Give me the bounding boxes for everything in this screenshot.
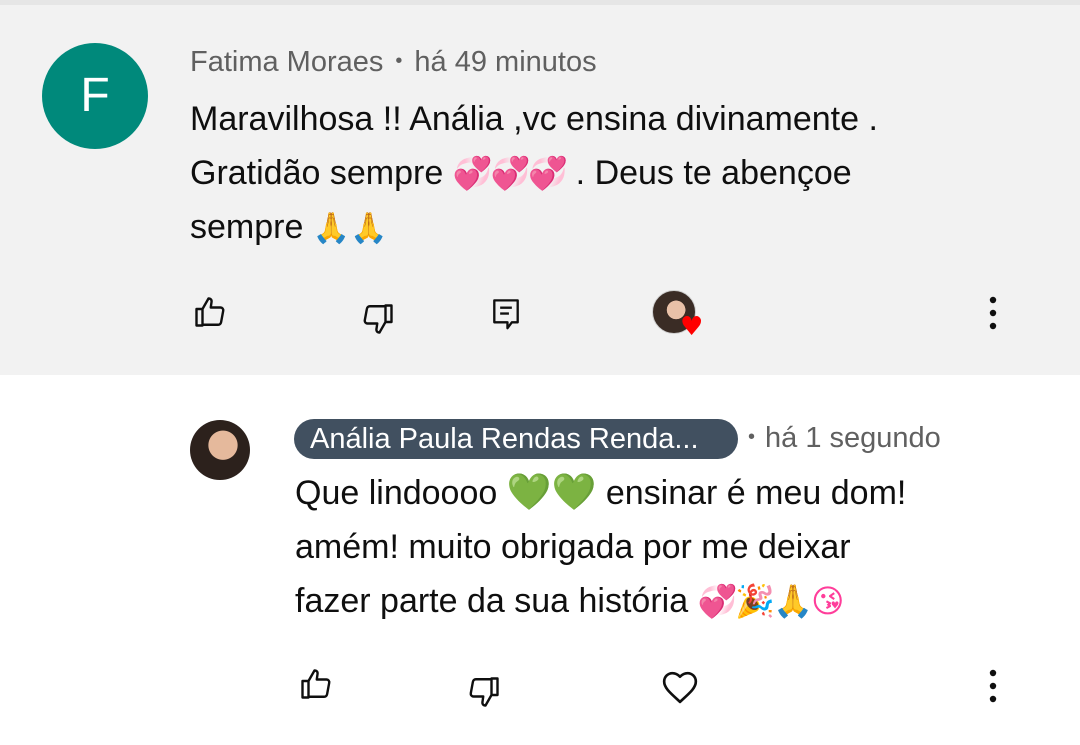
reply-like-button[interactable]	[294, 662, 338, 706]
comment-line-2: Gratidão sempre 💞💞💞 . Deus te abençoe	[190, 146, 1010, 200]
thumbs-down-icon	[469, 677, 499, 707]
more-vert-icon	[989, 669, 997, 703]
comment-body: Maravilhosa !! Anália ,vc ensina divinam…	[190, 92, 1010, 256]
heart-outline-icon	[662, 671, 698, 704]
comment-line-1: Maravilhosa !! Anália ,vc ensina divinam…	[190, 100, 878, 138]
comment-line-2b: . Deus te abençoe	[575, 154, 852, 192]
reply-icon	[493, 299, 519, 330]
comment-line-3: sempre 🙏🙏	[190, 200, 1010, 256]
comment-more-button[interactable]	[971, 291, 1015, 335]
reply-heart-button[interactable]	[658, 664, 702, 708]
reply-author-chip[interactable]: Anália Paula Rendas Renda...	[294, 419, 738, 459]
thumbs-up-icon	[301, 669, 331, 699]
reply-dislike-button[interactable]	[462, 670, 506, 714]
reply-more-button[interactable]	[971, 664, 1015, 708]
reply-line-1a: Que lindoooo	[295, 474, 498, 512]
reply-line-2: amém! muito obrigada por me deixar	[295, 528, 851, 566]
reply-line-1b: ensinar é meu dom!	[605, 474, 907, 512]
reply-button[interactable]	[484, 293, 528, 337]
reply-line-3-text: fazer parte da sua história	[295, 582, 689, 620]
thumbs-down-icon	[363, 304, 393, 334]
praying-hands-emoji: 🙏🙏	[312, 211, 388, 246]
creator-heart-badge[interactable]: ♥	[652, 290, 708, 342]
more-vert-icon	[989, 296, 997, 330]
reply-line-3: fazer parte da sua história 💞🎉🙏😘	[295, 574, 1015, 628]
reply-end-emojis: 💞🎉🙏😘	[697, 582, 845, 620]
creator-heart-icon: ♥	[680, 312, 704, 342]
like-button[interactable]	[188, 290, 232, 334]
comment-line-2a: Gratidão sempre	[190, 154, 444, 192]
comment-meta: Fatima Moraes • há 49 minutos	[190, 46, 597, 79]
dislike-button[interactable]	[356, 297, 400, 341]
replier-avatar[interactable]	[190, 420, 250, 480]
commenter-avatar[interactable]: F	[42, 43, 148, 149]
reply-time: há 1 segundo	[765, 422, 941, 454]
reply-line-1: Que lindoooo 💚💚 ensinar é meu dom!	[295, 466, 1015, 520]
green-hearts-emoji: 💚💚	[506, 472, 597, 513]
reply-body: Que lindoooo 💚💚 ensinar é meu dom! amém!…	[295, 466, 1015, 628]
reply-meta-separator: •	[748, 426, 756, 448]
comment-time: há 49 minutos	[414, 46, 597, 78]
comment-author[interactable]: Fatima Moraes	[190, 46, 383, 78]
revolving-hearts-emoji: 💞💞💞	[452, 154, 569, 192]
comment-line-3-text: sempre	[190, 208, 304, 246]
thumbs-up-icon	[195, 297, 225, 327]
reply-meta: • há 1 segundo	[748, 422, 941, 455]
meta-separator: •	[395, 50, 403, 72]
